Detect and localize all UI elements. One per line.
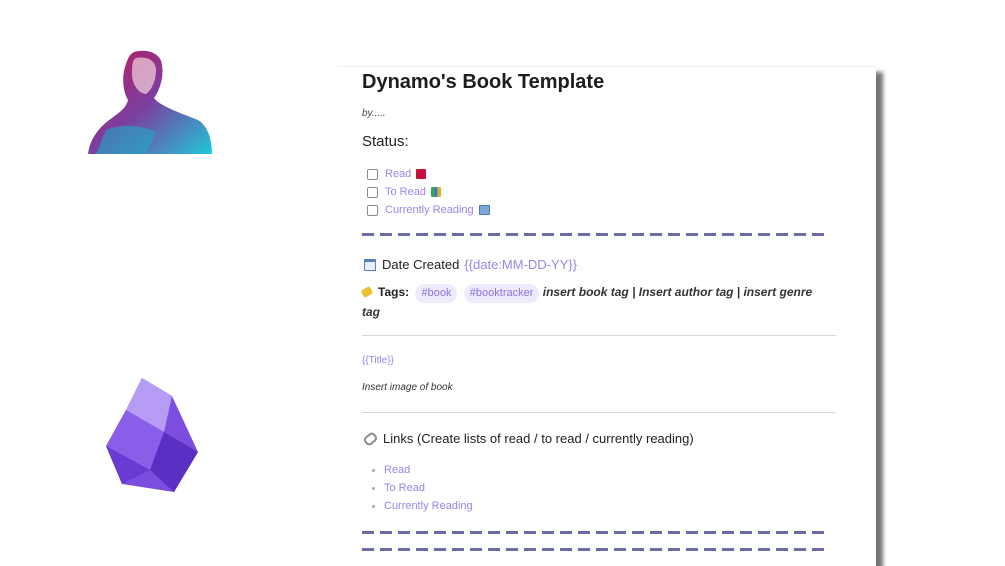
tag-booktracker[interactable]: #booktracker xyxy=(463,284,540,303)
link-chain-icon xyxy=(362,430,379,447)
insert-image-text: Insert image of book xyxy=(362,382,453,393)
horizontal-rule xyxy=(362,412,836,413)
task-link-read[interactable]: Read xyxy=(385,168,411,180)
dashed-divider xyxy=(362,548,824,551)
date-created-label: Date Created xyxy=(382,257,460,272)
note-title: Dynamo's Book Template xyxy=(362,71,605,93)
links-item-read[interactable]: Read xyxy=(384,464,410,476)
task-item-to-read: To Read xyxy=(367,183,490,201)
tags-row: Tags: #book #booktracker insert book tag… xyxy=(360,283,832,322)
links-item-currently-reading[interactable]: Currently Reading xyxy=(384,500,473,512)
tags-label: Tags: xyxy=(378,285,410,299)
tag-icon xyxy=(360,286,374,298)
task-link-to-read[interactable]: To Read xyxy=(385,186,426,198)
bullet xyxy=(372,468,375,472)
links-heading: Links (Create lists of read / to read / … xyxy=(383,431,694,446)
books-stack-icon xyxy=(430,187,441,197)
links-heading-row: Links (Create lists of read / to read / … xyxy=(362,430,694,447)
obsidian-logo-icon xyxy=(106,378,198,492)
checkbox[interactable] xyxy=(367,168,378,180)
bullet xyxy=(372,486,375,490)
list-item: Read xyxy=(372,461,473,479)
calendar-icon xyxy=(364,258,376,271)
links-item-to-read[interactable]: To Read xyxy=(384,482,425,494)
dashed-divider xyxy=(362,233,824,236)
statue-bust-image xyxy=(88,50,212,154)
task-item-read: Read xyxy=(367,165,490,183)
open-book-icon xyxy=(478,205,490,215)
links-list: Read To Read Currently Reading xyxy=(372,461,473,515)
tag-book[interactable]: #book xyxy=(415,284,458,303)
horizontal-rule xyxy=(362,335,836,336)
byline-text: by..... xyxy=(362,108,386,119)
title-template-text: {{Title}} xyxy=(362,355,394,366)
date-template-value: {{date:MM-DD-YY}} xyxy=(464,257,578,272)
note-panel: Dynamo's Book Template by..... Status: R… xyxy=(338,66,876,566)
dashed-divider xyxy=(362,531,824,534)
date-created-row: Date Created {{date:MM-DD-YY}} xyxy=(364,257,577,272)
status-task-list: Read To Read Currently Reading xyxy=(367,165,490,219)
checkbox[interactable] xyxy=(367,186,378,198)
checkbox[interactable] xyxy=(367,204,378,216)
red-book-icon xyxy=(416,169,427,179)
status-heading: Status: xyxy=(362,133,409,150)
task-link-currently-reading[interactable]: Currently Reading xyxy=(385,204,474,216)
list-item: To Read xyxy=(372,479,473,497)
list-item: Currently Reading xyxy=(372,497,473,515)
bullet xyxy=(372,504,375,508)
task-item-currently-reading: Currently Reading xyxy=(367,201,490,219)
